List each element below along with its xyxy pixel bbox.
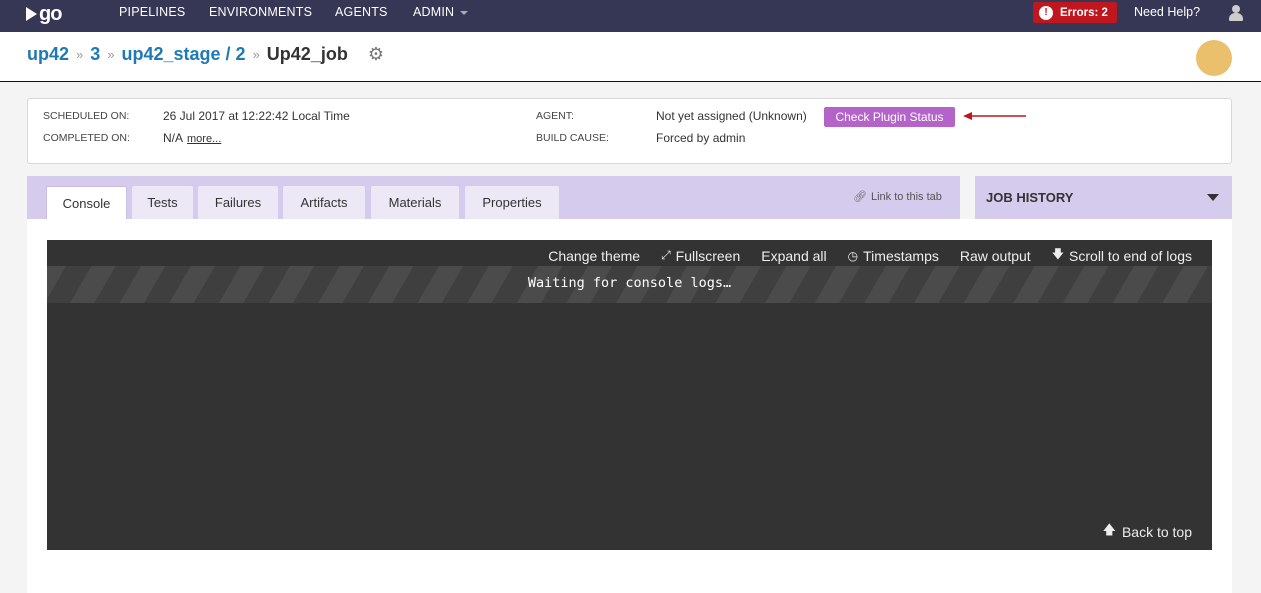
link-icon: 🔗︎ (853, 191, 867, 203)
page-header: up42 » 3 » up42_stage / 2 » Up42_job ⚙ (0, 32, 1261, 82)
more-link[interactable]: more... (187, 133, 221, 145)
agent-value: Not yet assigned (Unknown) (656, 109, 807, 123)
user-icon[interactable] (1229, 5, 1243, 21)
job-summary: SCHEDULED ON: 26 Jul 2017 at 12:22:42 Lo… (27, 98, 1232, 164)
back-to-top-button[interactable]: 🡅︎ Back to top (1103, 521, 1192, 543)
job-history-title: JOB HISTORY (986, 190, 1074, 205)
avatar (1196, 40, 1232, 76)
clock-icon: ◷ (847, 248, 859, 263)
completed-value: N/A (163, 131, 184, 145)
timestamps-label: Timestamps (863, 247, 939, 264)
chevron-down-icon (460, 10, 469, 15)
top-nav: go PIPELINES ENVIRONMENTS AGENTS ADMIN !… (0, 0, 1261, 32)
error-icon: ! (1039, 5, 1053, 20)
fullscreen-label: Fullscreen (675, 247, 741, 264)
errors-badge[interactable]: ! Errors: 2 (1033, 2, 1117, 23)
nav-admin-label: ADMIN (413, 5, 455, 19)
breadcrumb-separator-icon: » (252, 47, 260, 62)
link-to-tab[interactable]: 🔗︎ Link to this tab (853, 190, 942, 203)
arrow-down-icon: 🡇︎ (1051, 247, 1065, 261)
change-theme-button[interactable]: Change theme (548, 245, 640, 266)
tab-artifacts[interactable]: Artifacts (283, 186, 365, 219)
expand-all-button[interactable]: Expand all (761, 245, 826, 266)
completed-label: COMPLETED ON: (43, 132, 130, 144)
tab-materials[interactable]: Materials (371, 186, 459, 219)
console-waiting-text: Waiting for console logs… (527, 275, 732, 291)
back-to-top-label: Back to top (1121, 524, 1192, 540)
job-history-header[interactable]: JOB HISTORY (975, 176, 1232, 219)
breadcrumb-separator-icon: » (107, 47, 115, 62)
page-title: Up42_job (266, 44, 348, 64)
nav-admin[interactable]: ADMIN (413, 0, 469, 24)
breadcrumb-pipeline[interactable]: up42 (27, 44, 69, 65)
breadcrumb-counter[interactable]: 3 (90, 44, 100, 65)
scheduled-label: SCHEDULED ON: (43, 110, 130, 122)
tab-properties[interactable]: Properties (465, 186, 559, 219)
tab-failures[interactable]: Failures (198, 186, 278, 219)
need-help-link[interactable]: Need Help? (1134, 0, 1200, 24)
build-cause-value: Forced by admin (656, 131, 746, 145)
timestamps-button[interactable]: ◷ Timestamps (848, 245, 939, 266)
errors-label: Errors: 2 (1060, 6, 1108, 19)
caret-down-icon[interactable] (1207, 194, 1219, 201)
fullscreen-button[interactable]: ⤢ Fullscreen (661, 245, 740, 266)
scroll-to-end-label: Scroll to end of logs (1069, 247, 1192, 264)
build-cause-label: BUILD CAUSE: (536, 132, 609, 144)
go-logo-icon (26, 7, 37, 21)
nav-pipelines[interactable]: PIPELINES (119, 0, 185, 24)
scheduled-value: 26 Jul 2017 at 12:22:42 Local Time (163, 109, 350, 123)
expand-icon: ⤢ (661, 248, 671, 262)
console-log: Change theme ⤢ Fullscreen Expand all ◷ Tim… (47, 240, 1212, 550)
go-logo[interactable]: go (26, 2, 62, 26)
breadcrumb-stage[interactable]: up42_stage / 2 (122, 44, 246, 65)
arrow-up-icon: 🡅︎ (1102, 522, 1116, 537)
nav-environments[interactable]: ENVIRONMENTS (209, 0, 312, 24)
raw-output-button[interactable]: Raw output (960, 245, 1031, 266)
check-plugin-status-button[interactable]: Check Plugin Status (824, 107, 955, 127)
scroll-to-end-button[interactable]: 🡇︎ Scroll to end of logs (1052, 245, 1192, 266)
agent-label: AGENT: (536, 110, 574, 122)
completed-row: N/A more... (163, 131, 221, 145)
job-tabs: Console Tests Failures Artifacts Materia… (27, 176, 960, 219)
gear-icon[interactable]: ⚙ (368, 44, 384, 65)
console-toolbar: Change theme ⤢ Fullscreen Expand all ◷ Tim… (527, 245, 1192, 266)
red-arrow-annotation (963, 112, 1026, 120)
tab-console[interactable]: Console (46, 186, 127, 219)
tab-tests[interactable]: Tests (132, 186, 193, 219)
link-to-tab-label: Link to this tab (870, 191, 942, 203)
breadcrumb: up42 » 3 » up42_stage / 2 » Up42_job ⚙ (27, 44, 384, 65)
breadcrumb-separator-icon: » (76, 47, 84, 62)
nav-agents[interactable]: AGENTS (335, 0, 388, 24)
